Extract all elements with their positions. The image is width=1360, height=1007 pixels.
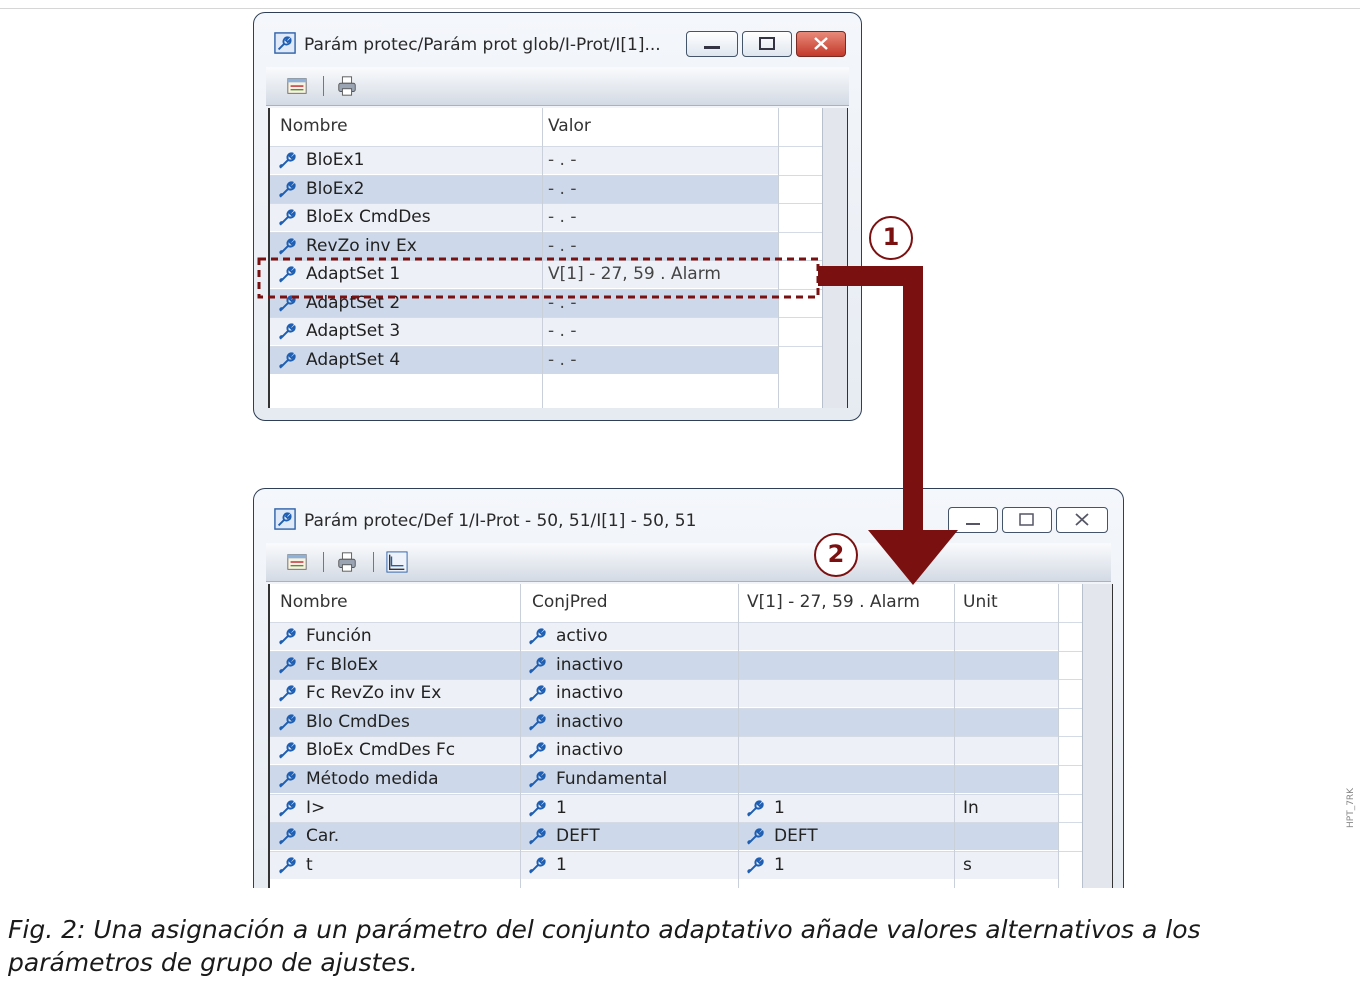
- callout-1: 1: [869, 216, 913, 260]
- figure-code: HPT_7RK: [1346, 787, 1356, 828]
- highlight-box: [257, 257, 820, 299]
- figure-caption: Fig. 2: Una asignación a un parámetro de…: [8, 915, 1201, 977]
- annotation-overlay: [257, 257, 958, 585]
- callout-2: 2: [814, 533, 858, 577]
